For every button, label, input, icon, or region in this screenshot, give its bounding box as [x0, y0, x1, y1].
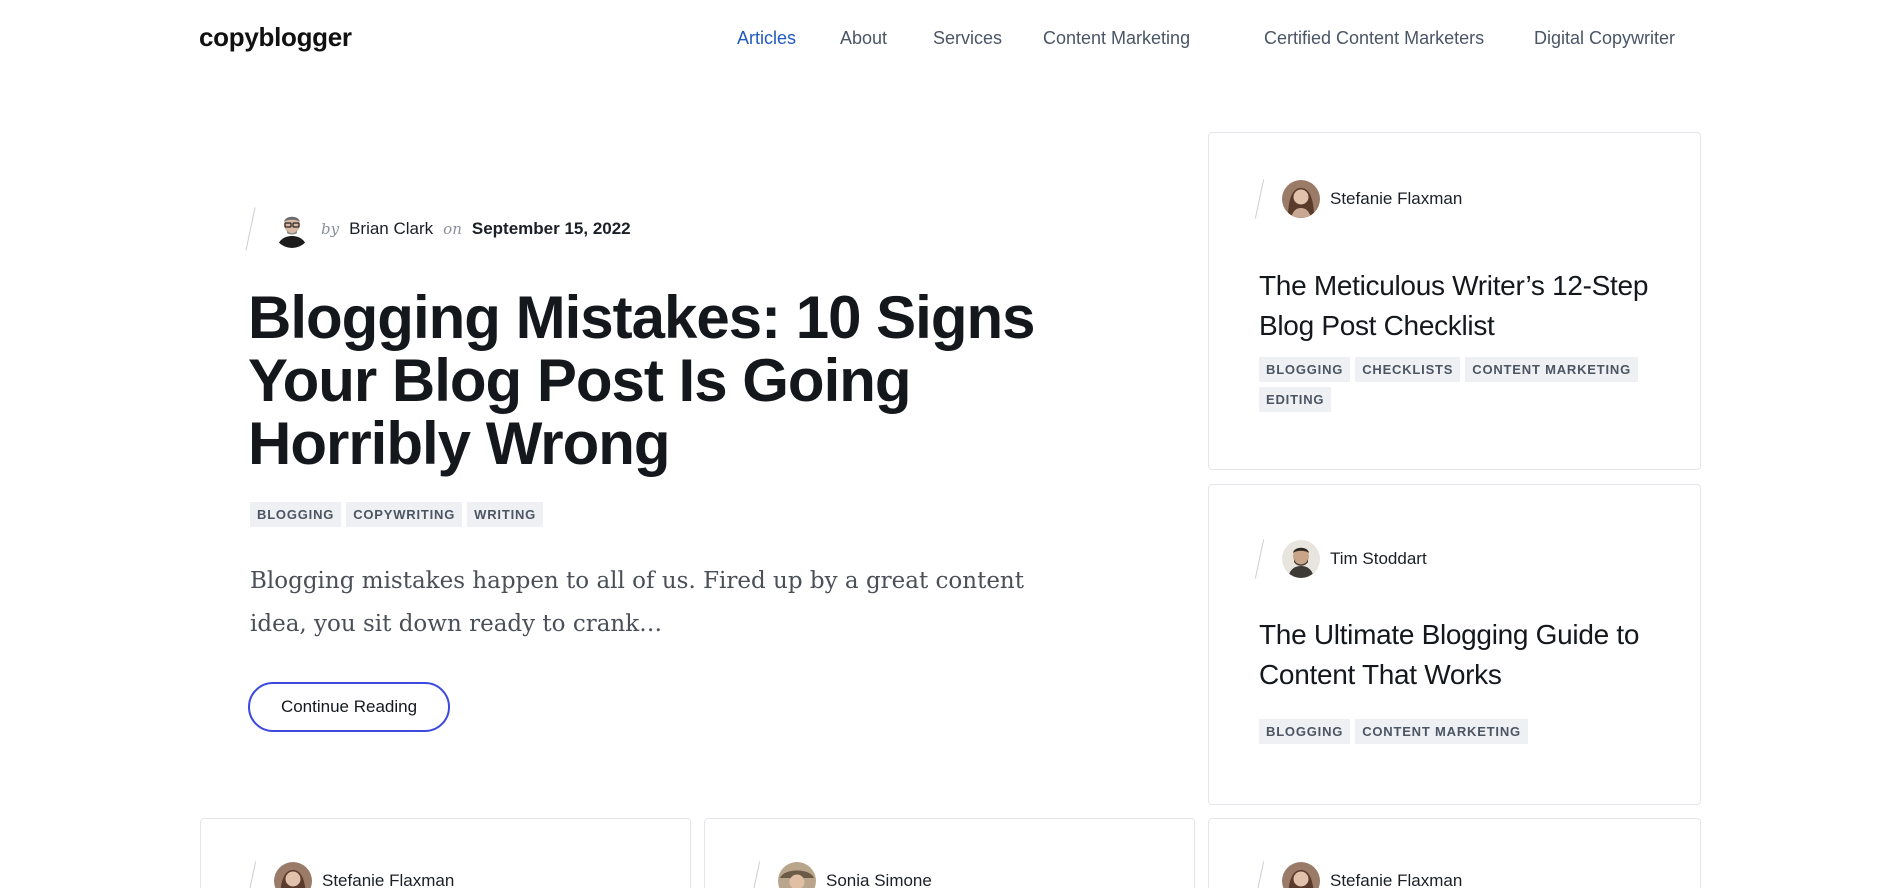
on-label: on [443, 220, 462, 238]
article-card[interactable]: Stefanie Flaxman [1208, 818, 1701, 888]
nav-item-content-marketing[interactable]: Content Marketing [1043, 28, 1190, 49]
tag[interactable]: CONTENT MARKETING [1465, 357, 1639, 382]
nav-item-about[interactable]: About [840, 28, 887, 49]
tag[interactable]: CHECKLISTS [1355, 357, 1461, 382]
author-name[interactable]: Stefanie Flaxman [1330, 189, 1462, 209]
by-label: by [321, 220, 340, 238]
meta-divider [1254, 179, 1265, 219]
page: copyblogger Articles About Services Cont… [0, 0, 1901, 888]
author-avatar[interactable] [274, 862, 312, 888]
nav-item-digital-copywriter[interactable]: Digital Copywriter [1534, 28, 1675, 49]
site-header: copyblogger Articles About Services Cont… [0, 0, 1901, 78]
meta-divider [245, 207, 256, 251]
card-title[interactable]: The Ultimate Blogging Guide to Content T… [1259, 615, 1669, 695]
author-avatar[interactable] [778, 862, 816, 888]
meta-divider [750, 861, 761, 888]
card-meta: Stefanie Flaxman [246, 859, 464, 888]
nav-item-services[interactable]: Services [933, 28, 1002, 49]
meta-divider [1254, 861, 1265, 888]
meta-divider [246, 861, 257, 888]
author-name[interactable]: Stefanie Flaxman [322, 871, 454, 888]
card-meta: Tim Stoddart [1254, 537, 1437, 581]
publish-date: September 15, 2022 [471, 219, 631, 238]
author-name[interactable]: Sonia Simone [826, 871, 932, 888]
card-meta: Stefanie Flaxman [1254, 177, 1472, 221]
featured-meta: by Brian Clark on September 15, 2022 [245, 204, 850, 254]
author-avatar[interactable] [1282, 862, 1320, 888]
card-meta: Sonia Simone [750, 859, 942, 888]
tag[interactable]: COPYWRITING [346, 502, 463, 527]
tag[interactable]: BLOGGING [1259, 357, 1351, 382]
article-card[interactable]: Stefanie Flaxman [200, 818, 691, 888]
tag[interactable]: CONTENT MARKETING [1355, 719, 1528, 744]
card-meta: Stefanie Flaxman [1254, 859, 1472, 888]
tag[interactable]: EDITING [1259, 387, 1332, 412]
meta-divider [1254, 539, 1265, 579]
continue-reading-button[interactable]: Continue Reading [248, 682, 450, 732]
featured-title[interactable]: Blogging Mistakes: 10 Signs Your Blog Po… [248, 286, 1068, 475]
featured-excerpt: Blogging mistakes happen to all of us. F… [250, 568, 1024, 637]
author-avatar[interactable] [1282, 180, 1320, 218]
card-tags: BLOGGING CHECKLISTS CONTENT MARKETING ED… [1259, 357, 1659, 412]
tag[interactable]: WRITING [467, 502, 544, 527]
article-card[interactable]: Tim Stoddart The Ultimate Blogging Guide… [1208, 484, 1701, 805]
featured-tags: BLOGGING COPYWRITING WRITING [250, 502, 544, 527]
tag[interactable]: BLOGGING [1259, 719, 1351, 744]
tag[interactable]: BLOGGING [250, 502, 342, 527]
author-name[interactable]: Stefanie Flaxman [1330, 871, 1462, 888]
nav-item-certified-content-marketers[interactable]: Certified Content Marketers [1264, 28, 1484, 49]
nav-item-articles[interactable]: Articles [737, 28, 796, 49]
article-card[interactable]: Sonia Simone [704, 818, 1195, 888]
main-nav: Articles About Services Content Marketin… [0, 28, 1901, 52]
card-title[interactable]: The Meticulous Writer’s 12-Step Blog Pos… [1259, 266, 1669, 346]
article-card[interactable]: Stefanie Flaxman The Meticulous Writer’s… [1208, 132, 1701, 470]
author-avatar[interactable] [273, 210, 311, 248]
author-name[interactable]: Brian Clark [349, 219, 433, 239]
author-name[interactable]: Tim Stoddart [1330, 549, 1427, 569]
author-avatar[interactable] [1282, 540, 1320, 578]
card-tags: BLOGGING CONTENT MARKETING [1259, 719, 1659, 744]
